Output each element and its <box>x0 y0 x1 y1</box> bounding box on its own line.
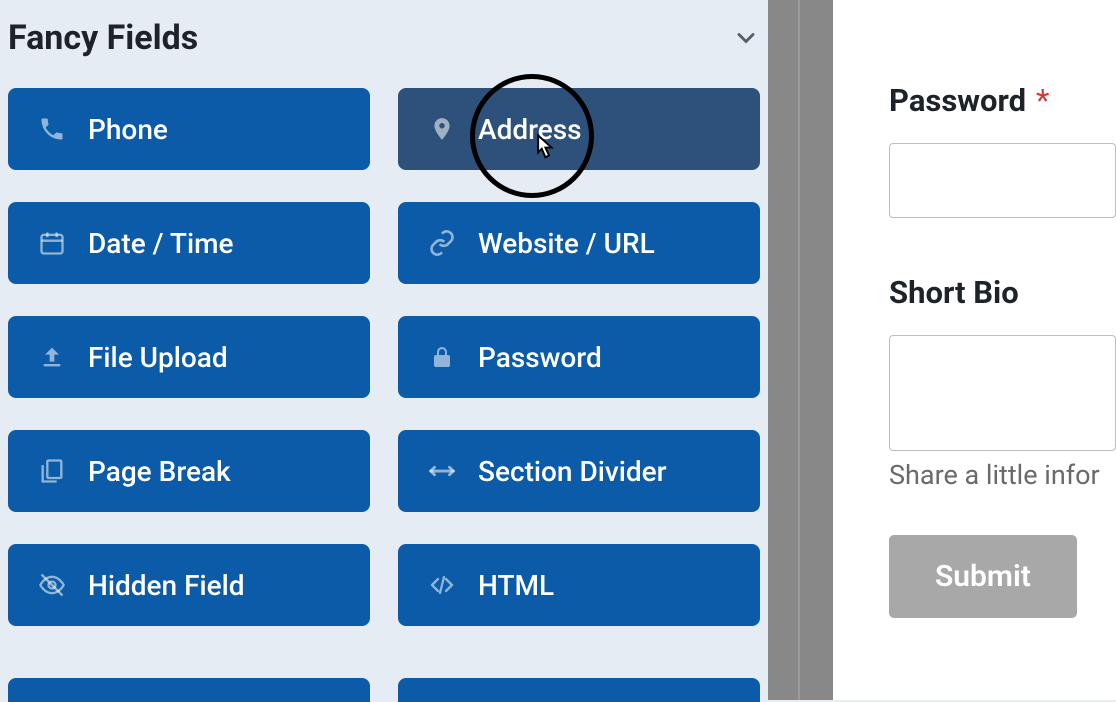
link-icon <box>426 227 458 259</box>
field-partial[interactable] <box>8 678 370 702</box>
field-label: HTML <box>478 569 554 602</box>
code-icon <box>426 569 458 601</box>
lock-icon <box>426 341 458 373</box>
field-html[interactable]: HTML <box>398 544 760 626</box>
panel-header[interactable]: Fancy Fields <box>8 0 760 88</box>
field-label: Address <box>478 113 582 146</box>
field-divider[interactable]: Section Divider <box>398 430 760 512</box>
field-label: Hidden Field <box>88 569 245 602</box>
field-pagebreak[interactable]: Page Break <box>8 430 370 512</box>
field-label: File Upload <box>88 341 228 374</box>
label-text: Password <box>889 82 1026 119</box>
required-mark: * <box>1036 82 1049 119</box>
field-upload[interactable]: File Upload <box>8 316 370 398</box>
panel-divider[interactable] <box>768 0 833 700</box>
panel-title: Fancy Fields <box>8 18 198 58</box>
field-hidden[interactable]: Hidden Field <box>8 544 370 626</box>
field-label: Section Divider <box>478 455 667 488</box>
field-label: Date / Time <box>88 227 233 260</box>
bio-label: Short Bio <box>889 274 1116 311</box>
calendar-icon <box>36 227 68 259</box>
form-preview: Password * Short Bio Share a little info… <box>833 0 1116 700</box>
field-datetime[interactable]: Date / Time <box>8 202 370 284</box>
bio-textarea[interactable] <box>889 335 1116 451</box>
field-partial[interactable] <box>398 678 760 702</box>
field-label: Website / URL <box>478 227 655 260</box>
phone-icon <box>36 113 68 145</box>
fields-panel: Fancy Fields Phone Address Date / Time <box>0 0 768 700</box>
field-label: Password <box>478 341 602 374</box>
submit-button[interactable]: Submit <box>889 535 1077 618</box>
pin-icon <box>426 113 458 145</box>
bio-hint: Share a little infor <box>889 459 1116 491</box>
chevron-down-icon[interactable] <box>732 24 760 52</box>
eyeoff-icon <box>36 569 68 601</box>
arrows-icon <box>426 455 458 487</box>
pages-icon <box>36 455 68 487</box>
password-label: Password * <box>889 82 1116 119</box>
field-password[interactable]: Password <box>398 316 760 398</box>
upload-icon <box>36 341 68 373</box>
field-label: Page Break <box>88 455 231 488</box>
field-phone[interactable]: Phone <box>8 88 370 170</box>
field-address[interactable]: Address <box>398 88 760 170</box>
password-input[interactable] <box>889 143 1116 218</box>
field-label: Phone <box>88 113 168 146</box>
field-website[interactable]: Website / URL <box>398 202 760 284</box>
